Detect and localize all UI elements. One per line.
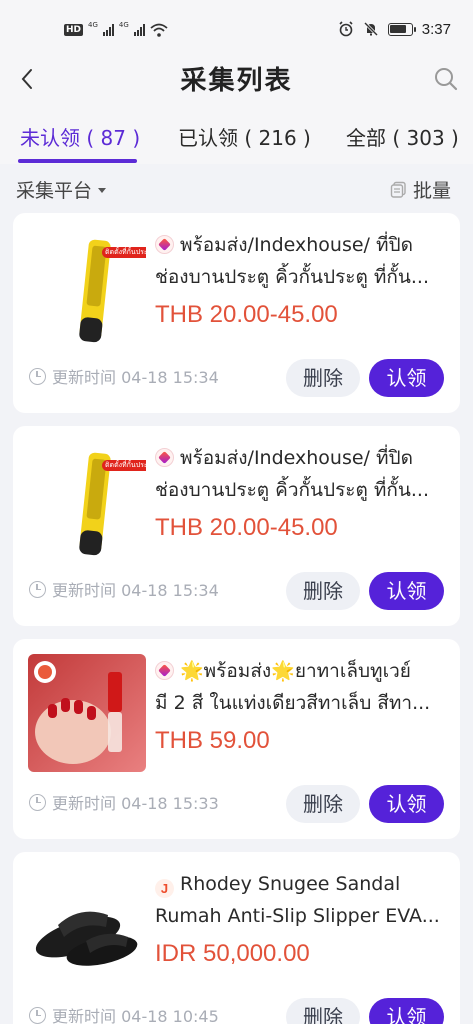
list-item[interactable]: ติดตั้งที่กั้นประตู พร้อมส่ง/Indexhouse/… (13, 213, 460, 413)
platform-filter-label: 采集平台 (16, 180, 93, 202)
hd-indicator: HD (64, 24, 84, 36)
product-price: IDR 50,000.00 (155, 940, 310, 967)
batch-label: 批量 (412, 180, 451, 202)
update-time-text: 更新时间 04-18 15:34 (52, 581, 219, 600)
product-title: J Rhodey Snugee Sandal Rumah Anti-Slip Sl… (155, 868, 445, 932)
status-bar: HD 4G 4G 3:37 (0, 0, 473, 48)
claim-button[interactable]: 认领 (369, 785, 444, 823)
product-image (28, 654, 146, 772)
tab-all[interactable]: 全部 ( 303 ) (346, 122, 459, 151)
battery-level (390, 25, 407, 33)
update-time: 更新时间 04-18 10:45 (29, 1003, 219, 1024)
list-item[interactable]: 🌟พร้อมส่ง🌟ยาทาเล็บทูเวย์ มี 2 สี ในแท่งเ… (13, 639, 460, 839)
product-badge: ติดตั้งที่กั้นประตู (102, 460, 146, 471)
clock-time: 3:37 (421, 20, 451, 38)
list-item[interactable]: J Rhodey Snugee Sandal Rumah Anti-Slip Sl… (13, 852, 460, 1024)
clock-icon (29, 793, 46, 811)
update-time-text: 更新时间 04-18 15:34 (52, 368, 219, 387)
delete-button[interactable]: 删除 (286, 572, 360, 610)
update-time: 更新时间 04-18 15:34 (29, 364, 219, 388)
alarm-icon (339, 21, 353, 37)
claim-button[interactable]: 认领 (369, 998, 444, 1024)
network-type-1: 4G (88, 20, 98, 29)
product-title-line-2: มี 2 สี ในแท่งเดียวสีทาเล็บ สีทา... (155, 692, 431, 714)
update-time: 更新时间 04-18 15:34 (29, 577, 219, 601)
caret-down-icon (98, 188, 107, 193)
delete-button[interactable]: 删除 (286, 785, 360, 823)
j-platform-icon: J (155, 879, 174, 898)
tab-unclaimed[interactable]: 未认领 ( 87 ) (20, 122, 140, 151)
batch-icon (390, 181, 406, 198)
update-time-text: 更新时间 04-18 15:33 (52, 794, 219, 813)
product-image (28, 867, 146, 985)
lazada-icon (155, 661, 174, 680)
product-image: ติดตั้งที่กั้นประตู (28, 228, 146, 346)
product-title: 🌟พร้อมส่ง🌟ยาทาเล็บทูเวย์ มี 2 สี ในแท่งเ… (155, 655, 445, 719)
product-title-line-1: พร้อมส่ง/Indexhouse/ ที่ปิด (180, 234, 413, 256)
platform-filter-dropdown[interactable]: 采集平台 (16, 176, 107, 203)
update-time: 更新时间 04-18 15:33 (29, 790, 219, 814)
active-tab-indicator (18, 159, 137, 163)
tab-bar: 未认领 ( 87 ) 已认领 ( 216 ) 全部 ( 303 ) (0, 110, 473, 164)
product-title-line-2: ช่องบานประตู คิ้วกั้นประตู ที่กั้น... (155, 479, 430, 501)
tab-claimed[interactable]: 已认领 ( 216 ) (178, 122, 311, 151)
product-title: พร้อมส่ง/Indexhouse/ ที่ปิด ช่องบานประตู… (155, 442, 445, 506)
product-title-line-1: Rhodey Snugee Sandal (180, 873, 401, 895)
batch-button[interactable]: 批量 (390, 176, 451, 203)
claim-button[interactable]: 认领 (369, 359, 444, 397)
product-title: พร้อมส่ง/Indexhouse/ ที่ปิด ช่องบานประตู… (155, 229, 445, 293)
delete-button[interactable]: 删除 (286, 359, 360, 397)
product-title-line-1: 🌟พร้อมส่ง🌟ยาทาเล็บทูเวย์ (180, 660, 411, 682)
delete-button[interactable]: 删除 (286, 998, 360, 1024)
filter-row: 采集平台 批量 (0, 164, 473, 212)
update-time-text: 更新时间 04-18 10:45 (52, 1007, 219, 1024)
list-item[interactable]: ติดตั้งที่กั้นประตู พร้อมส่ง/Indexhouse/… (13, 426, 460, 626)
signal-icon (133, 24, 145, 36)
app-header: 采集列表 (0, 48, 473, 110)
page-title: 采集列表 (180, 66, 293, 96)
battery-icon (387, 22, 416, 36)
wifi-icon (150, 23, 168, 37)
lazada-icon (155, 235, 174, 254)
claim-button[interactable]: 认领 (369, 572, 444, 610)
status-bar-right: 3:37 (338, 18, 451, 40)
product-title-line-1: พร้อมส่ง/Indexhouse/ ที่ปิด (180, 447, 413, 469)
product-image: ติดตั้งที่กั้นประตู (28, 441, 146, 559)
product-title-line-2: ช่องบานประตู คิ้วกั้นประตู ที่กั้น... (155, 266, 430, 288)
search-icon[interactable] (433, 66, 459, 92)
clock-icon (29, 1006, 46, 1024)
signal-icon (102, 24, 114, 36)
network-type-2: 4G (118, 20, 129, 29)
product-price: THB 20.00-45.00 (155, 301, 338, 328)
mute-icon (363, 21, 378, 37)
clock-icon (29, 367, 46, 385)
product-title-line-2: Rumah Anti-Slip Slipper EVA... (155, 905, 440, 927)
status-bar-left: HD 4G 4G (64, 20, 168, 40)
product-price: THB 59.00 (155, 727, 270, 754)
product-badge: ติดตั้งที่กั้นประตู (102, 247, 146, 258)
clock-icon (29, 580, 46, 598)
product-price: THB 20.00-45.00 (155, 514, 338, 541)
lazada-icon (155, 448, 174, 467)
